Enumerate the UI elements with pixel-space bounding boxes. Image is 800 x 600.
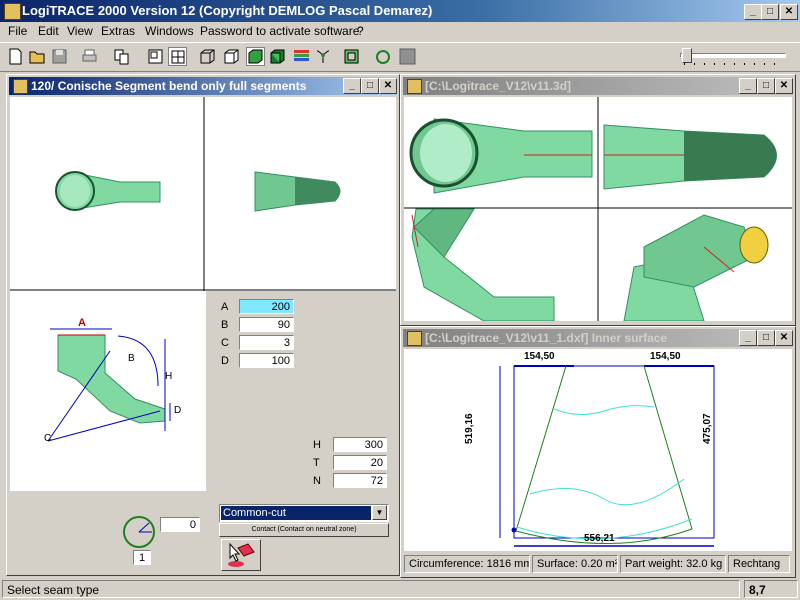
minimize-button[interactable]: _ xyxy=(739,78,757,94)
seam-angle-input[interactable]: 0 xyxy=(160,517,200,532)
param-label-n: N xyxy=(313,475,321,487)
unfold-drawing[interactable]: 154,50 154,50 519,16 475,07 556,21 xyxy=(404,349,792,551)
weight-info: Part weight: 32.0 kg xyxy=(620,555,726,573)
param-input-d[interactable]: 100 xyxy=(239,353,294,368)
menu-help[interactable]: ? xyxy=(357,24,364,38)
dimension-diagram: A B C H D xyxy=(10,291,206,491)
contact-button[interactable]: Contact (Contact on neutral zone) xyxy=(219,523,389,537)
menu-edit[interactable]: Edit xyxy=(38,24,59,38)
hidden-line-cube-icon[interactable] xyxy=(222,47,241,66)
view3d-window-title: [C:\Logitrace_V12\v11.3d] xyxy=(425,79,572,93)
cut-type-value: Common-cut xyxy=(221,506,371,520)
close-button[interactable]: ✕ xyxy=(775,78,793,94)
wireframe-cube-icon[interactable] xyxy=(198,47,217,66)
param-input-h[interactable]: 300 xyxy=(333,437,387,452)
param-input-t[interactable]: 20 xyxy=(333,455,387,470)
new-file-icon[interactable] xyxy=(6,47,25,66)
quad-view-icon[interactable] xyxy=(168,47,187,66)
dxf-window-titlebar: [C:\Logitrace_V12\v11_1.dxf] Inner surfa… xyxy=(403,329,793,347)
dim-label-a: A xyxy=(78,317,86,329)
menu-password[interactable]: Password to activate software xyxy=(200,24,359,38)
menu-file[interactable]: File xyxy=(8,24,27,38)
parameters-window-titlebar: 120/ Conische Segment bend only full seg… xyxy=(9,77,397,95)
minimize-button[interactable]: _ xyxy=(739,330,757,346)
param-input-b[interactable]: 90 xyxy=(239,317,294,332)
dim-label-d: D xyxy=(174,405,182,416)
close-button[interactable]: ✕ xyxy=(775,330,793,346)
app-title: LogiTRACE 2000 Version 12 (Copyright DEM… xyxy=(22,3,433,18)
frame-icon[interactable] xyxy=(342,47,361,66)
shape-info: Rechtang xyxy=(728,555,790,573)
param-label-b: B xyxy=(221,319,229,331)
dxf-window-title: [C:\Logitrace_V12\v11_1.dxf] Inner surfa… xyxy=(425,331,668,345)
menu-extras[interactable]: Extras xyxy=(101,24,135,38)
dxf-window: [C:\Logitrace_V12\v11_1.dxf] Inner surfa… xyxy=(400,326,796,578)
status-message: Select seam type xyxy=(2,580,740,598)
dim-label-h: H xyxy=(165,371,173,382)
cut-type-select[interactable]: Common-cut ▼ xyxy=(219,504,389,522)
param-label-a: A xyxy=(221,301,229,313)
param-label-c: C xyxy=(221,337,229,349)
single-view-icon[interactable] xyxy=(146,47,165,66)
dim-top-left: 154,50 xyxy=(524,351,555,362)
param-input-c[interactable]: 3 xyxy=(239,335,294,350)
view3d-canvas[interactable] xyxy=(404,97,792,321)
save-icon[interactable] xyxy=(50,47,69,66)
tree-icon[interactable] xyxy=(314,47,333,66)
preview-area xyxy=(10,97,396,291)
status-value: 8,7 xyxy=(744,580,798,598)
toolbar xyxy=(0,42,800,72)
dim-label-c: C xyxy=(44,433,52,444)
dim-bottom: 556,21 xyxy=(584,533,615,544)
dim-left: 519,16 xyxy=(464,413,475,444)
maximize-button[interactable]: □ xyxy=(757,330,775,346)
view3d-window-titlebar: [C:\Logitrace_V12\v11.3d] _ □ ✕ xyxy=(403,77,793,95)
param-input-a[interactable]: 200 xyxy=(239,299,294,314)
param-label-d: D xyxy=(221,355,229,367)
shaded-cube-icon[interactable] xyxy=(246,47,265,66)
seam-angle-icon[interactable] xyxy=(122,515,156,549)
window-icon xyxy=(407,79,422,94)
dim-label-b: B xyxy=(128,353,135,364)
chevron-down-icon[interactable]: ▼ xyxy=(372,505,387,520)
param-label-t: T xyxy=(313,457,320,469)
dim-right: 475,07 xyxy=(702,413,713,444)
open-folder-icon[interactable] xyxy=(28,47,47,66)
circumference-info: Circumference: 1816 mm xyxy=(404,555,530,573)
app-titlebar: LogiTRACE 2000 Version 12 (Copyright DEM… xyxy=(0,0,800,22)
maximize-button[interactable]: □ xyxy=(761,4,779,20)
curve-icon[interactable] xyxy=(374,47,393,66)
zoom-slider[interactable] xyxy=(680,48,786,66)
maximize-button[interactable]: □ xyxy=(757,78,775,94)
disabled-tool-icon[interactable] xyxy=(398,47,417,66)
color-bands-icon[interactable] xyxy=(292,47,311,66)
copy-icon[interactable] xyxy=(112,47,131,66)
seam-type-button[interactable] xyxy=(221,539,261,571)
window-icon xyxy=(407,331,422,346)
menu-view[interactable]: View xyxy=(67,24,93,38)
window-icon xyxy=(13,79,28,94)
solid-cube-icon[interactable] xyxy=(268,47,287,66)
seam-count-input[interactable]: 1 xyxy=(133,550,151,565)
parameters-window-title: 120/ Conische Segment bend only full seg… xyxy=(31,79,307,93)
minimize-button[interactable]: _ xyxy=(343,78,361,94)
view3d-window: [C:\Logitrace_V12\v11.3d] _ □ ✕ xyxy=(400,74,796,326)
menu-windows[interactable]: Windows xyxy=(145,24,194,38)
print-icon[interactable] xyxy=(80,47,99,66)
close-button[interactable]: ✕ xyxy=(780,4,798,20)
maximize-button[interactable]: □ xyxy=(361,78,379,94)
surface-info: Surface: 0.20 m² xyxy=(532,555,618,573)
menubar: File Edit View Extras Windows Password t… xyxy=(0,22,800,41)
minimize-button[interactable]: _ xyxy=(744,4,762,20)
dim-top-right: 154,50 xyxy=(650,351,681,362)
param-input-n[interactable]: 72 xyxy=(333,473,387,488)
param-label-h: H xyxy=(313,439,321,451)
app-icon xyxy=(4,3,21,20)
close-button[interactable]: ✕ xyxy=(379,78,397,94)
parameters-window: 120/ Conische Segment bend only full seg… xyxy=(6,74,400,576)
